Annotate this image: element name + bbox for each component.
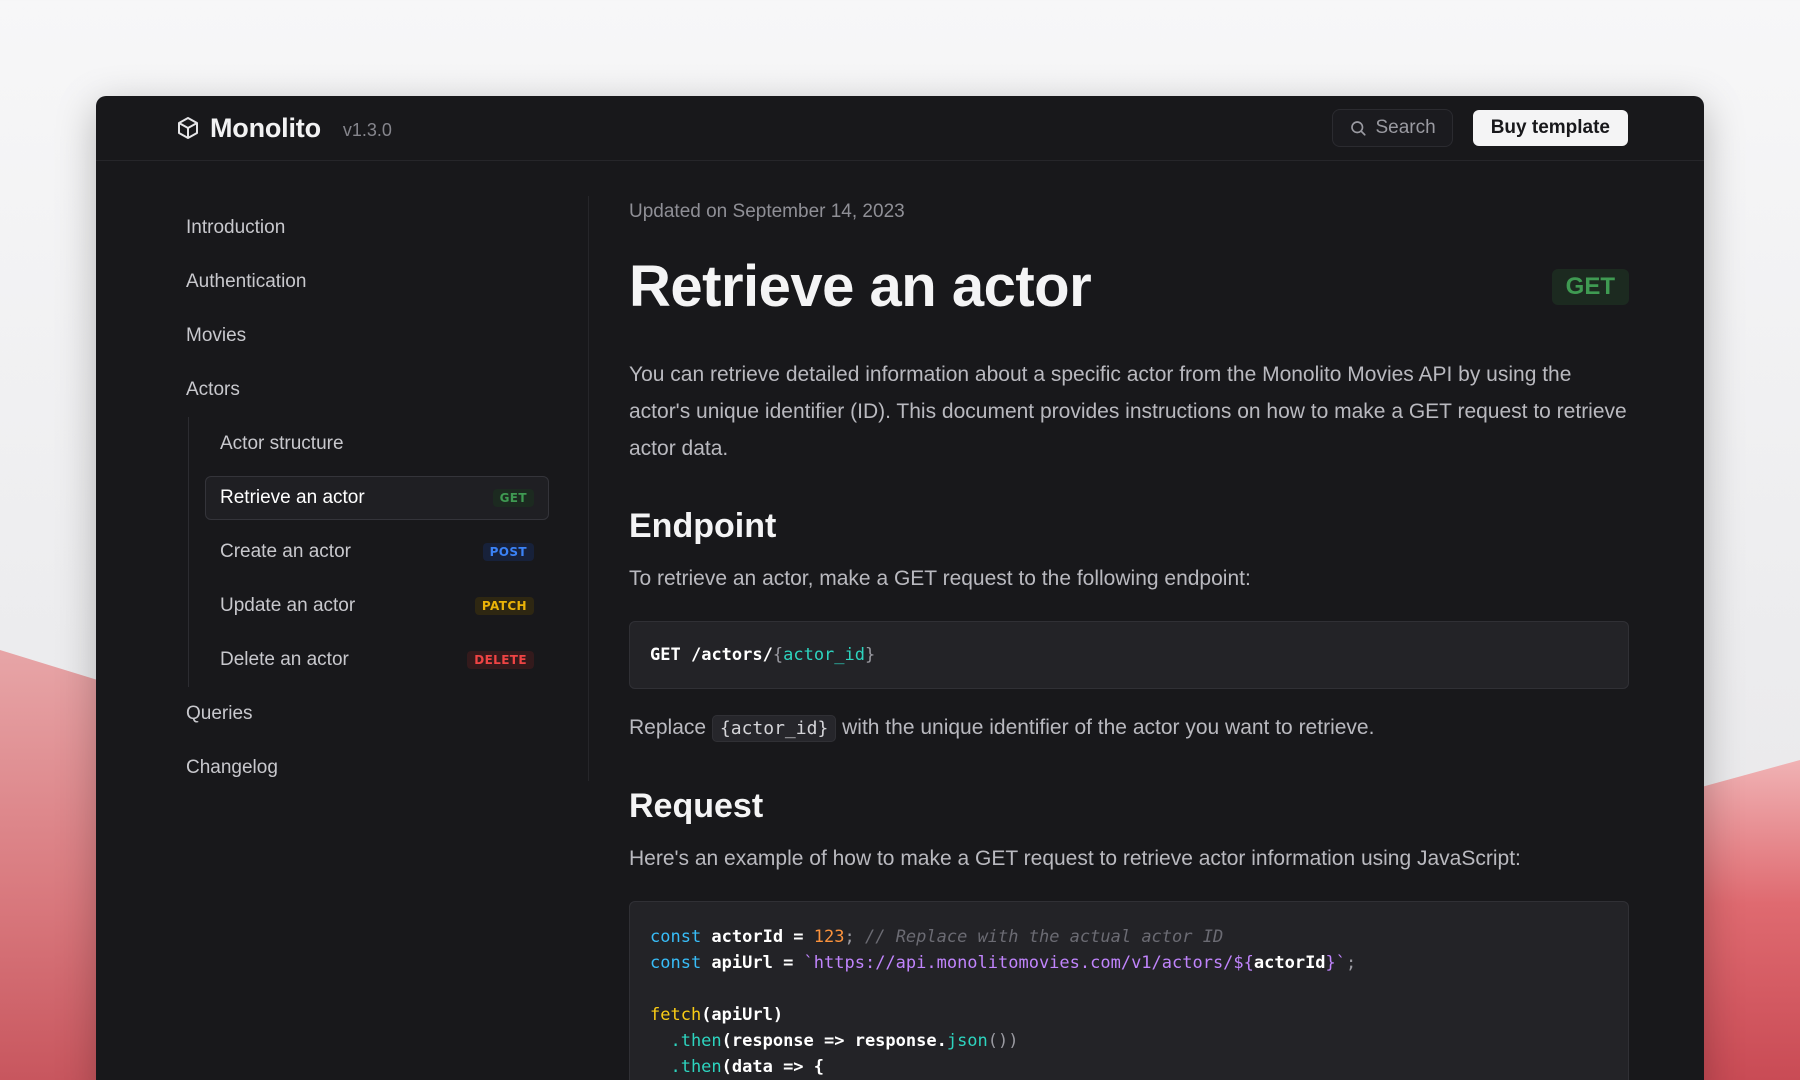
top-bar: Monolito v1.3.0 Search Buy template xyxy=(96,96,1704,161)
code-token: ; xyxy=(844,927,855,947)
sidebar-item-authentication[interactable]: Authentication xyxy=(186,255,549,309)
code-token: (data => { xyxy=(721,1057,825,1077)
sidebar-item-delete-actor[interactable]: Delete an actor DELETE xyxy=(205,633,549,687)
code-brace-open: { xyxy=(772,645,784,665)
code-token: (response => response. xyxy=(721,1031,947,1051)
code-token: `https://api.monolitomovies.com/v1/actor… xyxy=(803,953,1254,973)
sidebar-item-create-actor[interactable]: Create an actor POST xyxy=(205,525,549,579)
brand[interactable]: Monolito v1.3.0 xyxy=(176,113,392,144)
sidebar-item-label: Retrieve an actor xyxy=(220,487,365,508)
code-token: actorId xyxy=(1253,953,1326,973)
replace-after: with the unique identifier of the actor … xyxy=(842,716,1375,739)
sidebar-item-movies[interactable]: Movies xyxy=(186,309,549,363)
code-token: ; xyxy=(1346,953,1357,973)
replace-before: Replace xyxy=(629,716,707,739)
code-token: (apiUrl) xyxy=(701,1005,784,1025)
delete-method-badge: DELETE xyxy=(467,651,534,669)
sidebar-item-update-actor[interactable]: Update an actor PATCH xyxy=(205,579,549,633)
app-window: Monolito v1.3.0 Search Buy template Intr… xyxy=(96,96,1704,1080)
page-title: Retrieve an actor xyxy=(629,254,1092,319)
code-token: 123 xyxy=(813,927,845,947)
version-label: v1.3.0 xyxy=(342,119,392,140)
sidebar-item-label: Actor structure xyxy=(220,433,344,454)
get-method-badge: GET xyxy=(492,489,534,507)
code-token: .then xyxy=(650,1057,722,1077)
sidebar-item-introduction[interactable]: Introduction xyxy=(186,201,549,255)
buy-template-button[interactable]: Buy template xyxy=(1472,110,1628,146)
request-description: Here's an example of how to make a GET r… xyxy=(629,847,1521,870)
code-token: json xyxy=(946,1031,988,1051)
inline-code-actor-id: {actor_id} xyxy=(711,715,837,742)
sidebar-item-label: Update an actor xyxy=(220,595,356,616)
code-token: const xyxy=(650,927,702,947)
endpoint-code-block[interactable]: GET /actors/{actor_id} xyxy=(629,621,1629,689)
post-method-badge: POST xyxy=(482,543,534,561)
sidebar-nav: Introduction Authentication Movies Actor… xyxy=(96,161,589,1080)
code-token: const xyxy=(650,953,702,973)
updated-date: Updated on September 14, 2023 xyxy=(629,201,905,222)
sidebar-divider xyxy=(588,196,589,781)
sidebar-item-retrieve-actor[interactable]: Retrieve an actor GET xyxy=(205,476,549,520)
brand-name: Monolito xyxy=(210,112,321,143)
code-token: fetch xyxy=(650,1005,702,1025)
code-token: .then xyxy=(650,1031,722,1051)
sidebar-item-label: Delete an actor xyxy=(220,649,349,670)
code-brace-close: } xyxy=(865,645,876,665)
code-comment: // Replace with the actual actor ID xyxy=(854,927,1224,947)
search-button[interactable]: Search xyxy=(1332,109,1453,147)
patch-method-badge: PATCH xyxy=(474,597,534,615)
request-heading: Request xyxy=(629,787,764,825)
endpoint-heading: Endpoint xyxy=(629,507,777,545)
request-code-block[interactable]: const actorId = 123; // Replace with the… xyxy=(629,901,1629,1080)
main-content: Updated on September 14, 2023 Retrieve a… xyxy=(589,161,1629,1080)
endpoint-description: To retrieve an actor, make a GET request… xyxy=(629,567,1251,590)
replace-paragraph: Replace {actor_id} with the unique ident… xyxy=(629,709,1629,747)
sidebar-item-queries[interactable]: Queries xyxy=(186,687,549,741)
sidebar-item-actors[interactable]: Actors xyxy=(186,363,549,417)
intro-paragraph: You can retrieve detailed information ab… xyxy=(629,363,1627,460)
code-method: GET xyxy=(650,645,681,665)
code-token: }` xyxy=(1325,953,1347,973)
code-token: apiUrl = xyxy=(701,953,804,973)
sidebar-item-changelog[interactable]: Changelog xyxy=(186,741,549,795)
search-label: Search xyxy=(1375,117,1436,138)
cube-logo-icon xyxy=(178,117,198,139)
sidebar-item-actor-structure[interactable]: Actor structure xyxy=(205,417,549,471)
sidebar-item-label: Create an actor xyxy=(220,541,351,562)
search-icon xyxy=(1351,121,1367,136)
code-param: actor_id xyxy=(783,645,865,665)
code-token: ()) xyxy=(987,1031,1019,1051)
actors-subnav: Actor structure Retrieve an actor GET Cr… xyxy=(188,417,549,687)
method-badge: GET xyxy=(1551,268,1629,305)
code-token: actorId = xyxy=(701,927,814,947)
code-path: /actors/ xyxy=(690,645,773,665)
